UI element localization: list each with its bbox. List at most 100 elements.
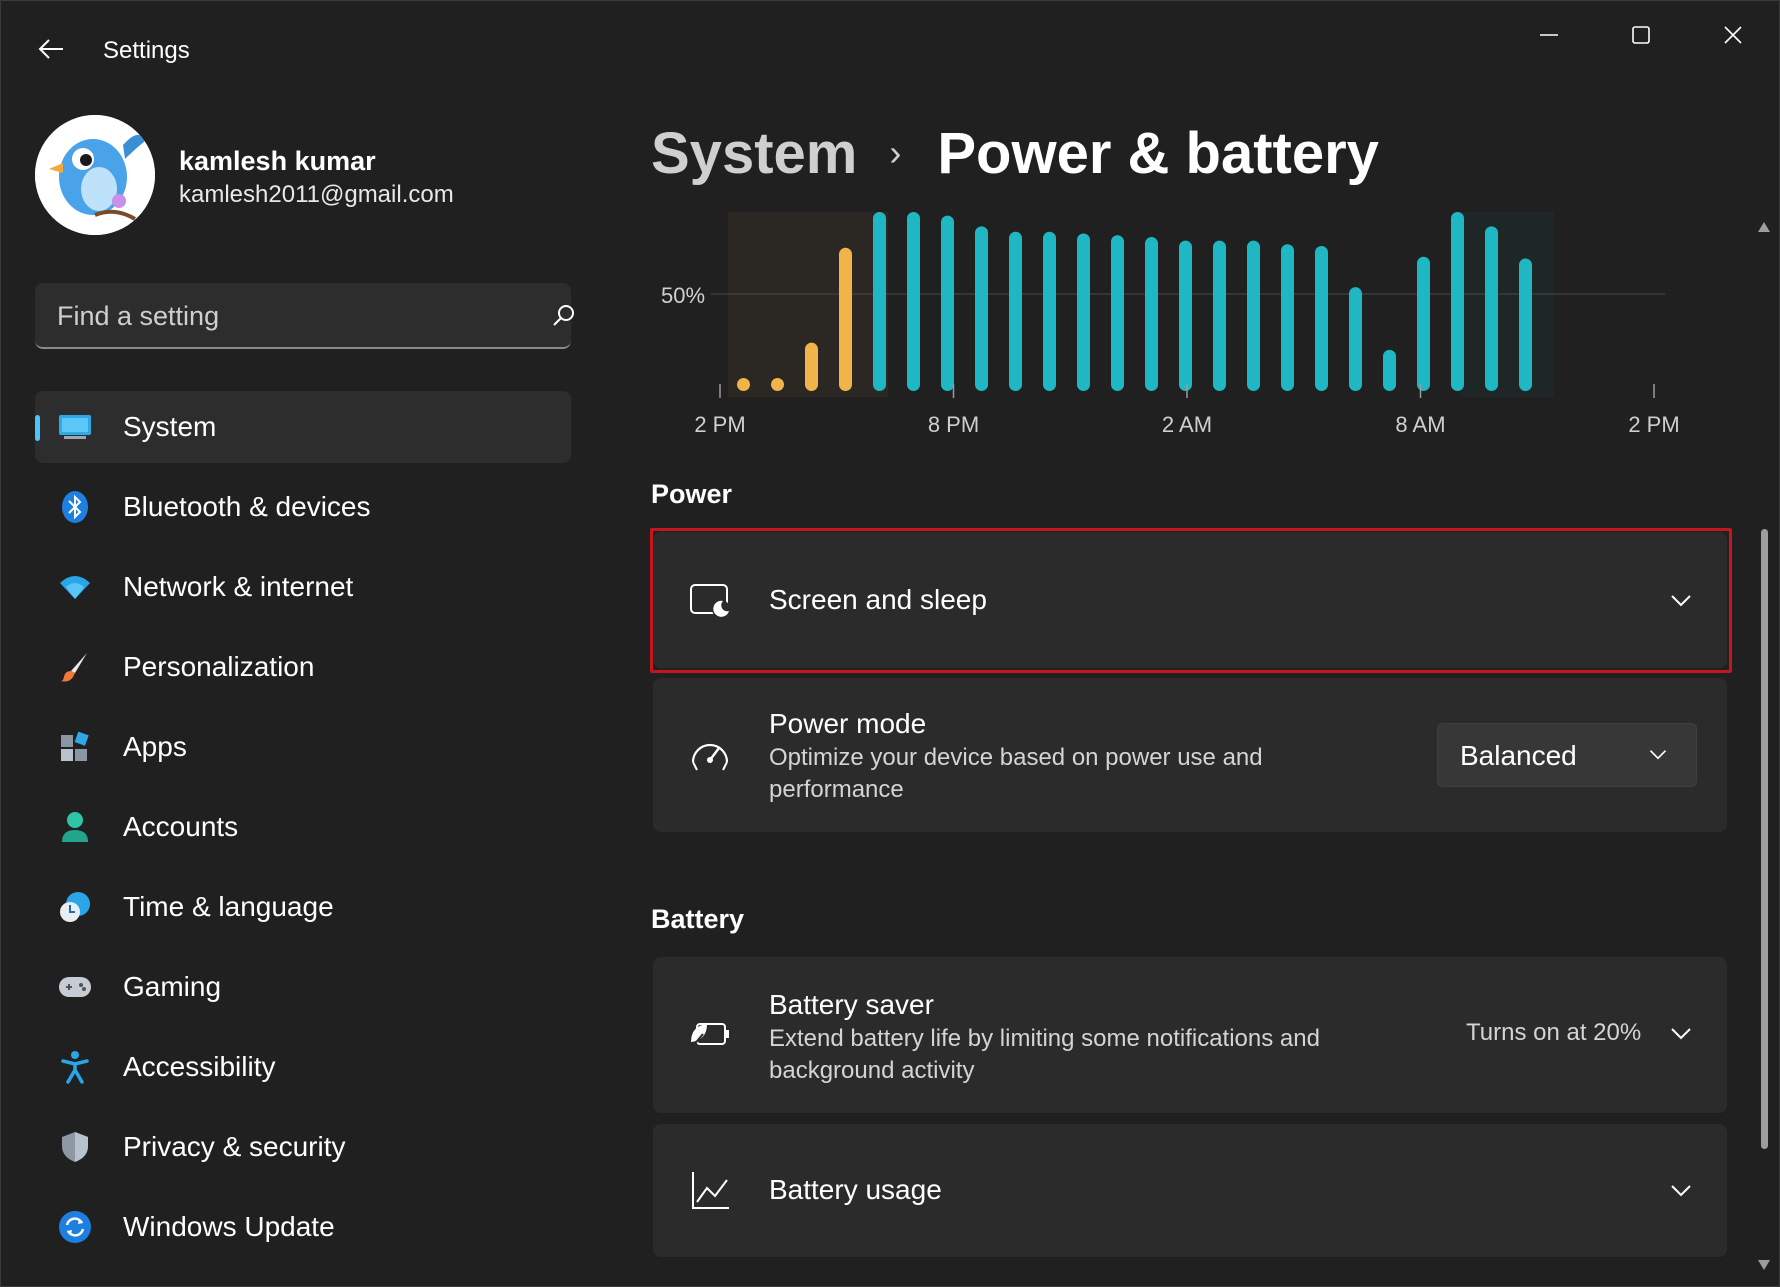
x-tick-label: 8 PM xyxy=(928,412,979,437)
sidebar-item-bluetooth[interactable]: Bluetooth & devices xyxy=(35,471,571,543)
gamepad-icon xyxy=(57,969,93,1005)
chart-bar[interactable] xyxy=(771,378,784,391)
sidebar-item-system[interactable]: System xyxy=(35,391,571,463)
accessibility-icon xyxy=(57,1049,93,1085)
user-email: kamlesh2011@gmail.com xyxy=(179,181,454,208)
sidebar-item-label: Time & language xyxy=(123,891,334,922)
chart-bar[interactable] xyxy=(1451,212,1464,391)
screen-sleep-icon xyxy=(690,584,730,618)
chart-bar[interactable] xyxy=(941,215,954,391)
battery-saver-title: Battery saver xyxy=(769,989,934,1020)
sidebar-item-accounts[interactable]: Accounts xyxy=(35,791,571,863)
chart-bar[interactable] xyxy=(1179,240,1192,391)
scroll-down-arrow-icon[interactable] xyxy=(1757,1259,1771,1271)
sidebar-item-gaming[interactable]: Gaming xyxy=(35,951,571,1023)
breadcrumb: System › Power & battery xyxy=(651,113,1379,193)
chart-bar[interactable] xyxy=(975,226,988,391)
y-tick-label: 50% xyxy=(661,283,705,308)
sidebar-item-label: Gaming xyxy=(123,971,222,1002)
battery-section-title: Battery xyxy=(651,904,745,934)
chart-bar[interactable] xyxy=(1417,256,1430,391)
chart-bar[interactable] xyxy=(873,212,886,391)
battery-saver-card[interactable]: Battery saver Extend battery life by lim… xyxy=(653,957,1727,1113)
shield-icon xyxy=(57,1129,93,1165)
power-mode-card: Power mode Optimize your device based on… xyxy=(653,678,1727,832)
chevron-down-icon[interactable] xyxy=(1669,588,1693,612)
sidebar-item-personalization[interactable]: Personalization xyxy=(35,631,571,703)
search-icon[interactable] xyxy=(551,303,577,329)
chart-bar[interactable] xyxy=(1145,237,1158,391)
chart-bar[interactable] xyxy=(1009,231,1022,391)
apps-icon xyxy=(57,729,93,765)
clock-globe-icon xyxy=(57,889,93,925)
sidebar-item-apps[interactable]: Apps xyxy=(35,711,571,783)
sidebar-item-network[interactable]: Network & internet xyxy=(35,551,571,623)
chart-bar[interactable] xyxy=(1485,226,1498,391)
sidebar-item-privacy-security[interactable]: Privacy & security xyxy=(35,1111,571,1183)
power-section-title: Power xyxy=(651,479,733,509)
chevron-down-icon[interactable] xyxy=(1669,1178,1693,1202)
breadcrumb-parent[interactable]: System xyxy=(651,120,857,187)
chart-bar[interactable] xyxy=(1111,235,1124,391)
sidebar-item-label: Bluetooth & devices xyxy=(123,491,371,522)
sidebar-item-accessibility[interactable]: Accessibility xyxy=(35,1031,571,1103)
sidebar-nav: System Bluetooth & devices Network & int… xyxy=(35,391,571,1271)
chart-bar[interactable] xyxy=(1349,287,1362,391)
power-mode-title: Power mode xyxy=(769,708,927,739)
power-mode-dropdown[interactable]: Balanced xyxy=(1437,723,1697,787)
power-mode-description: Optimize your device based on power use … xyxy=(769,744,1263,803)
scrollbar[interactable] xyxy=(1755,211,1773,1283)
minimize-button[interactable] xyxy=(1519,13,1579,57)
chart-bar[interactable] xyxy=(1519,258,1532,391)
sidebar-item-label: Accounts xyxy=(123,811,239,842)
battery-level-chart: 50% 2 PM 8 PM 2 AM 8 AM 2 PM xyxy=(661,212,1680,437)
battery-usage-card[interactable]: Battery usage xyxy=(653,1124,1727,1257)
settings-window: Settings kamlesh kumar kamlesh2011@gmail… xyxy=(0,0,1780,1287)
battery-usage-title: Battery usage xyxy=(769,1174,942,1205)
chevron-down-icon[interactable] xyxy=(1669,1021,1693,1045)
recent-period-shade xyxy=(1459,212,1554,397)
bluetooth-icon xyxy=(57,489,93,525)
system-icon xyxy=(57,409,93,445)
chart-bar[interactable] xyxy=(839,247,852,391)
x-tick-label: 2 AM xyxy=(1162,412,1212,437)
maximize-icon xyxy=(1632,26,1650,44)
chart-bar[interactable] xyxy=(1213,240,1226,391)
chevron-down-icon xyxy=(1649,750,1667,760)
battery-saver-status: Turns on at 20% xyxy=(1466,1019,1642,1046)
back-button[interactable] xyxy=(31,29,71,69)
chart-bar[interactable] xyxy=(1077,233,1090,391)
chart-bar[interactable] xyxy=(737,378,750,391)
scroll-up-arrow-icon[interactable] xyxy=(1757,221,1771,233)
sidebar-item-label: Apps xyxy=(123,731,187,762)
chart-bar[interactable] xyxy=(907,212,920,391)
chart-bar[interactable] xyxy=(1043,231,1056,391)
scrollbar-thumb[interactable] xyxy=(1761,529,1768,1149)
chart-bar[interactable] xyxy=(1383,349,1396,391)
screen-and-sleep-card[interactable]: Screen and sleep xyxy=(653,532,1727,668)
wifi-icon xyxy=(57,569,93,605)
close-icon xyxy=(1724,26,1742,44)
maximize-button[interactable] xyxy=(1611,13,1671,57)
avatar[interactable] xyxy=(35,115,155,235)
back-arrow-icon xyxy=(38,39,63,59)
title-bar: Settings xyxy=(1,1,1780,101)
sidebar-item-windows-update[interactable]: Windows Update xyxy=(35,1191,571,1263)
sidebar-item-label: Personalization xyxy=(123,651,315,682)
sidebar-item-label: Network & internet xyxy=(123,571,354,602)
user-name: kamlesh kumar xyxy=(179,146,376,176)
brush-icon xyxy=(57,649,93,685)
search-input[interactable] xyxy=(57,299,497,333)
sidebar-item-label: System xyxy=(123,411,217,442)
screen-and-sleep-title: Screen and sleep xyxy=(769,584,987,615)
chart-bar[interactable] xyxy=(1315,246,1328,391)
chart-bar[interactable] xyxy=(1247,240,1260,391)
sidebar-item-time-language[interactable]: Time & language xyxy=(35,871,571,943)
chart-bar[interactable] xyxy=(1281,244,1294,391)
sidebar-item-label: Windows Update xyxy=(123,1211,335,1242)
chart-bar[interactable] xyxy=(805,342,818,391)
search-box[interactable] xyxy=(35,283,574,349)
close-button[interactable] xyxy=(1703,13,1763,57)
battery-saver-icon xyxy=(691,1023,729,1047)
bird-avatar-icon xyxy=(35,115,155,235)
